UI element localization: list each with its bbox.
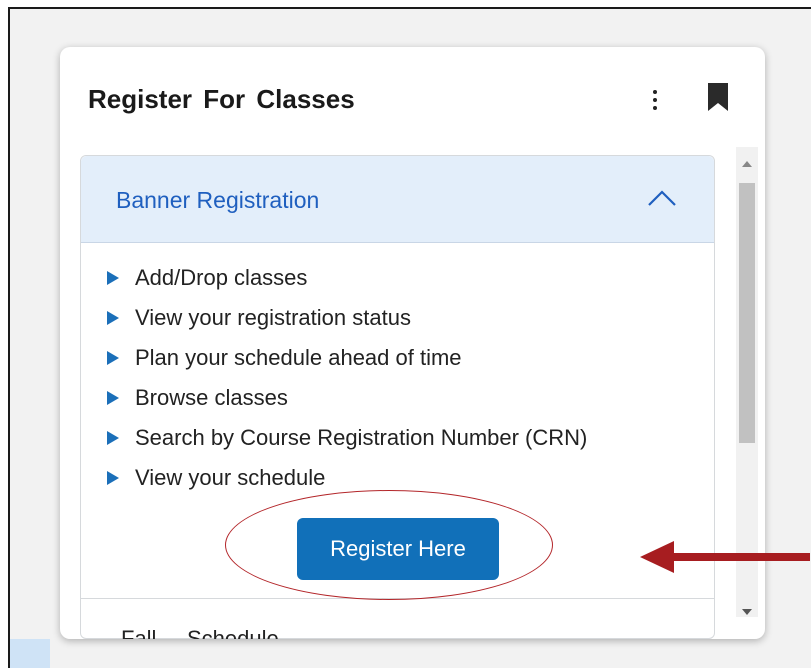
bookmark-icon[interactable] xyxy=(708,83,728,111)
background-accent xyxy=(10,639,50,668)
annotation-arrow-icon xyxy=(640,541,810,573)
scroll-up-arrow-icon[interactable] xyxy=(742,161,752,167)
next-accordion-header[interactable]: Fall ... Schedule xyxy=(121,626,279,639)
list-item: View your registration status xyxy=(107,298,587,338)
chevron-up-icon[interactable] xyxy=(647,189,677,207)
list-item-label: View your schedule xyxy=(135,465,326,490)
scroll-down-arrow-icon[interactable] xyxy=(742,609,752,615)
kebab-icon[interactable] xyxy=(648,87,662,113)
register-here-button[interactable]: Register Here xyxy=(297,518,499,580)
card-content: Banner Registration Add/Drop classes Vie… xyxy=(80,155,715,639)
triangle-bullet-icon xyxy=(107,431,119,445)
list-item-label: Search by Course Registration Number (CR… xyxy=(135,425,588,450)
triangle-bullet-icon xyxy=(107,271,119,285)
list-item-label: Browse classes xyxy=(135,385,288,410)
accordion-header-label: Banner Registration xyxy=(116,187,320,213)
card-title: Register For Classes xyxy=(88,84,355,114)
screenshot-frame: Register For Classes Banner Registration… xyxy=(8,7,811,668)
list-item-label: View your registration status xyxy=(135,305,411,330)
list-item-label: Add/Drop classes xyxy=(135,265,308,290)
list-item: Search by Course Registration Number (CR… xyxy=(107,418,587,458)
list-item: Plan your schedule ahead of time xyxy=(107,338,587,378)
accordion: Banner Registration Add/Drop classes Vie… xyxy=(80,155,715,639)
list-item: Browse classes xyxy=(107,378,587,418)
feature-list: Add/Drop classes View your registration … xyxy=(107,258,587,498)
triangle-bullet-icon xyxy=(107,391,119,405)
triangle-bullet-icon xyxy=(107,311,119,325)
scrollbar-thumb[interactable] xyxy=(739,183,755,443)
list-item-label: Plan your schedule ahead of time xyxy=(135,345,462,370)
divider xyxy=(81,598,714,599)
list-item: View your schedule xyxy=(107,458,587,498)
list-item: Add/Drop classes xyxy=(107,258,587,298)
triangle-bullet-icon xyxy=(107,351,119,365)
accordion-header-banner-registration[interactable]: Banner Registration xyxy=(81,156,714,243)
triangle-bullet-icon xyxy=(107,471,119,485)
